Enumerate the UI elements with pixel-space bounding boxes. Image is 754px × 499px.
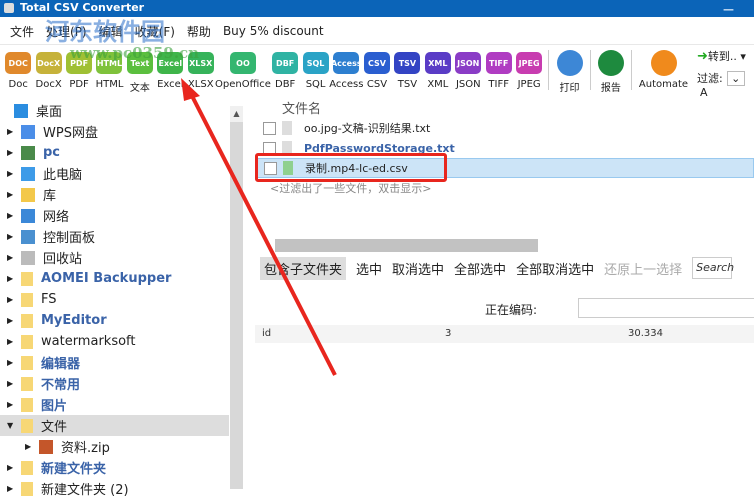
annotation-arrow [181,78,337,376]
